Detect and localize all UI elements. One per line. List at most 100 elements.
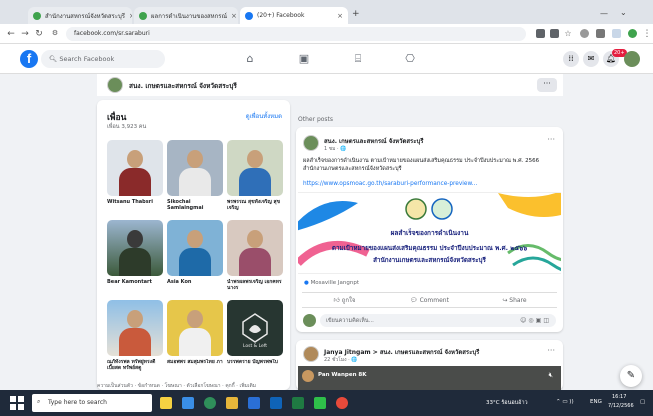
- comment-icon: 💬︎: [410, 297, 420, 304]
- post-link[interactable]: https://www.opsmoac.go.th/saraburi-perfo…: [303, 181, 477, 187]
- excel-icon[interactable]: [292, 397, 304, 409]
- post-banner-image[interactable]: ผลสำเร็จของการดำเนินงาน ตามเป้าหมายของแผ…: [298, 192, 561, 274]
- chevron-down-icon[interactable]: ⌄: [620, 8, 627, 17]
- close-icon[interactable]: ×: [231, 12, 237, 20]
- reload-icon[interactable]: ↻: [34, 29, 44, 39]
- word-icon[interactable]: [270, 397, 282, 409]
- friend-photo[interactable]: [107, 140, 163, 196]
- reaction-summary[interactable]: ● Mosaville Jangnpt: [304, 280, 359, 286]
- messenger-icon[interactable]: ✉: [583, 51, 599, 67]
- chrome-icon[interactable]: [336, 397, 348, 409]
- friend-name[interactable]: Sikochai Samlaingmai: [167, 199, 223, 211]
- like-button[interactable]: 👍︎ ถูกใจ: [302, 293, 387, 307]
- star-icon[interactable]: ☆: [563, 29, 573, 38]
- footer-links[interactable]: ความเป็นส่วนตัว · ข้อกำหนด · โฆษณา · ตัว…: [97, 382, 290, 390]
- friend-photo[interactable]: [227, 220, 283, 276]
- post-author-avatar[interactable]: [303, 135, 319, 151]
- weather-status[interactable]: 33°C ร้อนอบอ้าว: [486, 399, 528, 407]
- see-all-friends-link[interactable]: ดูเพื่อนทั้งหมด: [246, 111, 282, 121]
- friend-tile[interactable]: Bear Kamontart: [107, 220, 163, 291]
- home-icon[interactable]: ⌂: [242, 51, 258, 67]
- new-message-button[interactable]: ✎: [620, 365, 642, 387]
- minimize-icon[interactable]: —: [600, 9, 608, 18]
- back-icon[interactable]: ←: [6, 29, 16, 39]
- friend-tile[interactable]: นำพรผลพรเจริญ เอกคทรนางร: [227, 220, 283, 291]
- menu-grid-icon[interactable]: ⁞⁞: [563, 51, 579, 67]
- puzzle-icon[interactable]: [596, 29, 605, 38]
- friend-photo[interactable]: [227, 140, 283, 196]
- windows-start-icon[interactable]: [10, 396, 24, 410]
- tab-facebook[interactable]: (20+) Facebook ×: [240, 7, 348, 24]
- gaming-icon[interactable]: ⎔: [402, 51, 418, 67]
- page-name[interactable]: สนง. เกษตรและสหกรณ์ จังหวัดสระบุรี: [129, 81, 237, 91]
- friends-title: เพื่อน: [107, 113, 127, 123]
- video-author-avatar: [302, 370, 314, 382]
- file-explorer-icon[interactable]: [226, 397, 238, 409]
- friend-tile[interactable]: Lost & Left บรรพตราย บัญพรพพใบ: [227, 300, 283, 371]
- extension-icon[interactable]: [580, 29, 589, 38]
- new-tab-button[interactable]: +: [352, 9, 360, 19]
- facebook-logo[interactable]: f: [20, 50, 38, 68]
- page-avatar[interactable]: [107, 77, 123, 93]
- friend-tile[interactable]: Witsanu Thabsri: [107, 140, 163, 211]
- friend-name[interactable]: ณภัทั่งรพล ทรัพยู่ทรงดี เบี้ยสด ทรัพย์สด…: [107, 359, 163, 371]
- post-meta[interactable]: 1 ชม · 🌐: [324, 145, 346, 153]
- account-avatar[interactable]: [624, 51, 640, 67]
- marketplace-icon[interactable]: ⌸: [350, 51, 366, 67]
- friend-photo[interactable]: [107, 220, 163, 276]
- share-button[interactable]: ↪ Share: [472, 293, 557, 307]
- friend-name[interactable]: Witsanu Thabsri: [107, 199, 163, 211]
- watch-icon[interactable]: ▣: [296, 51, 312, 67]
- post-author-avatar[interactable]: [303, 346, 319, 362]
- post-more-icon[interactable]: ···: [547, 346, 555, 355]
- edge-browser-icon[interactable]: [204, 397, 216, 409]
- mute-icon[interactable]: 🔇︎: [549, 371, 553, 380]
- friend-tile[interactable]: พรพรรณ สุขทั้งเจริญ สุขเจริญ: [227, 140, 283, 211]
- facebook-search-input[interactable]: 🔍︎ Search Facebook: [41, 50, 165, 68]
- post-text: ผลสำเร็จของการดำเนินงาน ตามเป้าหมายของแผ…: [303, 158, 540, 172]
- friend-name[interactable]: บรรพตราย บัญพรพพใบ: [227, 359, 283, 371]
- post-more-icon[interactable]: ···: [547, 135, 555, 144]
- url-input[interactable]: facebook.com/sr.saraburi: [66, 27, 526, 41]
- widget-icon[interactable]: [160, 397, 172, 409]
- sidebar-icon[interactable]: [612, 29, 621, 38]
- site-info-icon[interactable]: ⚙: [50, 29, 60, 37]
- friend-name[interactable]: สมอพพร สมสุมพรไทย ภา: [167, 359, 223, 371]
- translate-icon[interactable]: [550, 29, 559, 38]
- more-options-button[interactable]: ···: [537, 78, 557, 92]
- cast-icon[interactable]: [536, 29, 545, 38]
- friend-name[interactable]: พรพรรณ สุขทั้งเจริญ สุขเจริญ: [227, 199, 283, 211]
- friend-photo[interactable]: [167, 300, 223, 356]
- friend-name[interactable]: Asia Kon: [167, 279, 223, 291]
- task-view-icon[interactable]: [182, 397, 194, 409]
- close-icon[interactable]: ×: [129, 12, 132, 20]
- comment-tools-icon[interactable]: ☺◎▣◫: [520, 317, 551, 324]
- friend-tile[interactable]: Sikochai Samlaingmai: [167, 140, 223, 211]
- menu-dots-icon[interactable]: ⋮: [642, 29, 652, 39]
- mail-icon[interactable]: [248, 397, 260, 409]
- post-meta[interactable]: 22 ชั่วโมง · 🌐: [324, 356, 358, 364]
- input-language[interactable]: ENG: [590, 399, 602, 405]
- forward-icon[interactable]: →: [20, 29, 30, 39]
- close-icon[interactable]: ×: [337, 12, 343, 20]
- friend-name[interactable]: นำพรผลพรเจริญ เอกคทรนางร: [227, 279, 283, 291]
- friend-photo[interactable]: [167, 220, 223, 276]
- clock-time[interactable]: 16:17: [612, 394, 626, 400]
- notification-center-icon[interactable]: ▢: [640, 399, 645, 405]
- profile-avatar[interactable]: [628, 29, 637, 38]
- line-icon[interactable]: [314, 397, 326, 409]
- friend-photo[interactable]: [167, 140, 223, 196]
- friend-photo[interactable]: Lost & Left: [227, 300, 283, 356]
- friend-tile[interactable]: Asia Kon: [167, 220, 223, 291]
- tab-opsmoac[interactable]: สำนักงานสหกรณ์จังหวัดสระบุรี ×: [28, 7, 132, 24]
- video-preview[interactable]: Pan Wanpen 8K 🔇︎: [298, 366, 561, 390]
- friend-photo[interactable]: [107, 300, 163, 356]
- taskbar-search-input[interactable]: ⌕ Type here to search: [32, 394, 152, 412]
- clock-date[interactable]: 7/12/2566: [608, 403, 634, 409]
- tab-performance[interactable]: ผลการดำเนินงานของสหกรณ์ ×: [134, 7, 238, 24]
- friend-tile[interactable]: ณภัทั่งรพล ทรัพยู่ทรงดี เบี้ยสด ทรัพย์สด…: [107, 300, 163, 371]
- comment-button[interactable]: 💬︎ Comment: [387, 293, 472, 307]
- friend-tile[interactable]: สมอพพร สมสุมพรไทย ภา: [167, 300, 223, 371]
- friend-name[interactable]: Bear Kamontart: [107, 279, 163, 291]
- tray-icons[interactable]: ⌃ ▭ )): [556, 399, 574, 405]
